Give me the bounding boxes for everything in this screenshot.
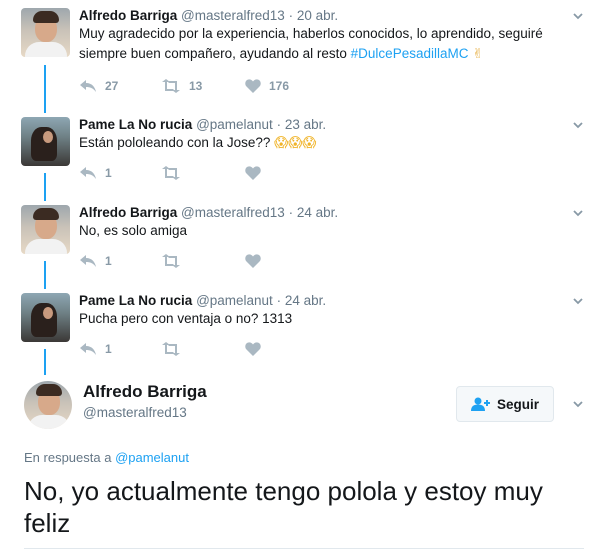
- tweet-header: Alfredo Barriga @masteralfred13 · 24 abr…: [79, 205, 338, 221]
- heart-icon: [245, 166, 261, 180]
- author-handle[interactable]: @pamelanut: [196, 293, 273, 308]
- reply-handle-link[interactable]: @pamelanut: [115, 450, 189, 465]
- chevron-down-icon[interactable]: [572, 295, 584, 307]
- tweet-body: Pucha pero con ventaja o no? 1313: [79, 311, 293, 326]
- like-count: 176: [269, 79, 290, 93]
- author-name[interactable]: Pame La No rucia: [79, 117, 192, 132]
- reply-button[interactable]: 1: [79, 163, 112, 183]
- author-name[interactable]: Alfredo Barriga: [79, 205, 177, 220]
- thread-connector: [44, 261, 46, 289]
- reply-icon: [80, 167, 96, 179]
- retweet-button[interactable]: [161, 251, 189, 271]
- author-handle[interactable]: @pamelanut: [196, 117, 273, 132]
- tweet-header: Pame La No rucia @pamelanut · 23 abr.: [79, 117, 326, 133]
- separator: ·: [276, 293, 282, 308]
- tweet-text: Muy agradecido por la experiencia, haber…: [79, 24, 579, 64]
- reply-icon: [80, 343, 96, 355]
- author-handle[interactable]: @masteralfred13: [181, 8, 285, 23]
- reply-count: 1: [105, 342, 112, 356]
- tweet-actions: 27 13 176: [79, 76, 379, 96]
- tweet-actions: 1: [79, 163, 379, 183]
- thread-connector: [44, 349, 46, 375]
- retweet-button[interactable]: [161, 163, 189, 183]
- retweet-button[interactable]: 13: [161, 76, 202, 96]
- retweet-icon: [162, 342, 180, 356]
- reply-count: 1: [105, 166, 112, 180]
- author-name[interactable]: Pame La No rucia: [79, 293, 192, 308]
- separator: ·: [288, 8, 294, 23]
- separator: ·: [288, 205, 294, 220]
- follow-button[interactable]: Seguir: [456, 386, 554, 422]
- tweet-header: Pame La No rucia @pamelanut · 24 abr.: [79, 293, 326, 309]
- author-handle[interactable]: @masteralfred13: [181, 205, 285, 220]
- heart-icon: [245, 79, 261, 93]
- main-author-handle[interactable]: @masteralfred13: [83, 405, 187, 420]
- hashtag-link[interactable]: #DulcePesadillaMC: [351, 46, 469, 61]
- avatar-alfredo[interactable]: [21, 8, 70, 57]
- reply-icon: [80, 255, 96, 267]
- reply-context: En respuesta a @pamelanut: [24, 450, 189, 465]
- main-author-name[interactable]: Alfredo Barriga: [83, 382, 207, 402]
- retweet-button[interactable]: [161, 339, 189, 359]
- reply-prefix: En respuesta a: [24, 450, 116, 465]
- like-button[interactable]: [245, 163, 269, 183]
- divider: [24, 548, 584, 549]
- chevron-down-icon[interactable]: [572, 398, 584, 410]
- avatar-pame[interactable]: [21, 293, 70, 342]
- chevron-down-icon[interactable]: [572, 119, 584, 131]
- tweet-text: Están pololeando con la Jose?? 😱😱😱: [79, 133, 579, 153]
- tweet-date[interactable]: 24 abr.: [285, 293, 326, 308]
- retweet-count: 13: [189, 79, 203, 93]
- reply-button[interactable]: 1: [79, 339, 112, 359]
- thread-connector: [44, 65, 46, 113]
- main-tweet-text: No, yo actualmente tengo polola y estoy …: [24, 476, 543, 538]
- tweet-date[interactable]: 23 abr.: [285, 117, 326, 132]
- tweet-body: No, es solo amiga: [79, 223, 188, 238]
- avatar-alfredo[interactable]: [21, 205, 70, 254]
- reply-button[interactable]: 1: [79, 251, 112, 271]
- scream-emoji: 😱😱😱: [274, 135, 317, 151]
- like-button[interactable]: [245, 251, 269, 271]
- victory-emoji: ✌: [472, 46, 484, 62]
- follow-person-icon: [470, 397, 490, 411]
- tweet-header: Alfredo Barriga @masteralfred13 · 20 abr…: [79, 8, 338, 24]
- tweet-text: No, es solo amiga: [79, 221, 579, 241]
- reply-count: 1: [105, 254, 112, 268]
- follow-label: Seguir: [496, 396, 539, 412]
- chevron-down-icon[interactable]: [572, 10, 584, 22]
- avatar-pame[interactable]: [21, 117, 70, 166]
- author-name[interactable]: Alfredo Barriga: [79, 8, 177, 23]
- like-button[interactable]: [245, 339, 269, 359]
- heart-icon: [245, 254, 261, 268]
- tweet-actions: 1: [79, 251, 379, 271]
- tweet-actions: 1: [79, 339, 379, 359]
- retweet-icon: [162, 166, 180, 180]
- reply-button[interactable]: 27: [79, 76, 118, 96]
- retweet-icon: [162, 79, 180, 93]
- tweet-body: Están pololeando con la Jose??: [79, 135, 275, 150]
- reply-icon: [80, 80, 96, 92]
- tweet-date[interactable]: 24 abr.: [297, 205, 338, 220]
- retweet-icon: [162, 254, 180, 268]
- main-avatar[interactable]: [24, 381, 72, 429]
- heart-icon: [245, 342, 261, 356]
- tweet-date[interactable]: 20 abr.: [297, 8, 338, 23]
- tweet-text: Pucha pero con ventaja o no? 1313: [79, 309, 579, 329]
- like-button[interactable]: 176: [245, 76, 289, 96]
- separator: ·: [276, 117, 282, 132]
- chevron-down-icon[interactable]: [572, 207, 584, 219]
- reply-count: 27: [105, 79, 119, 93]
- thread-connector: [44, 173, 46, 201]
